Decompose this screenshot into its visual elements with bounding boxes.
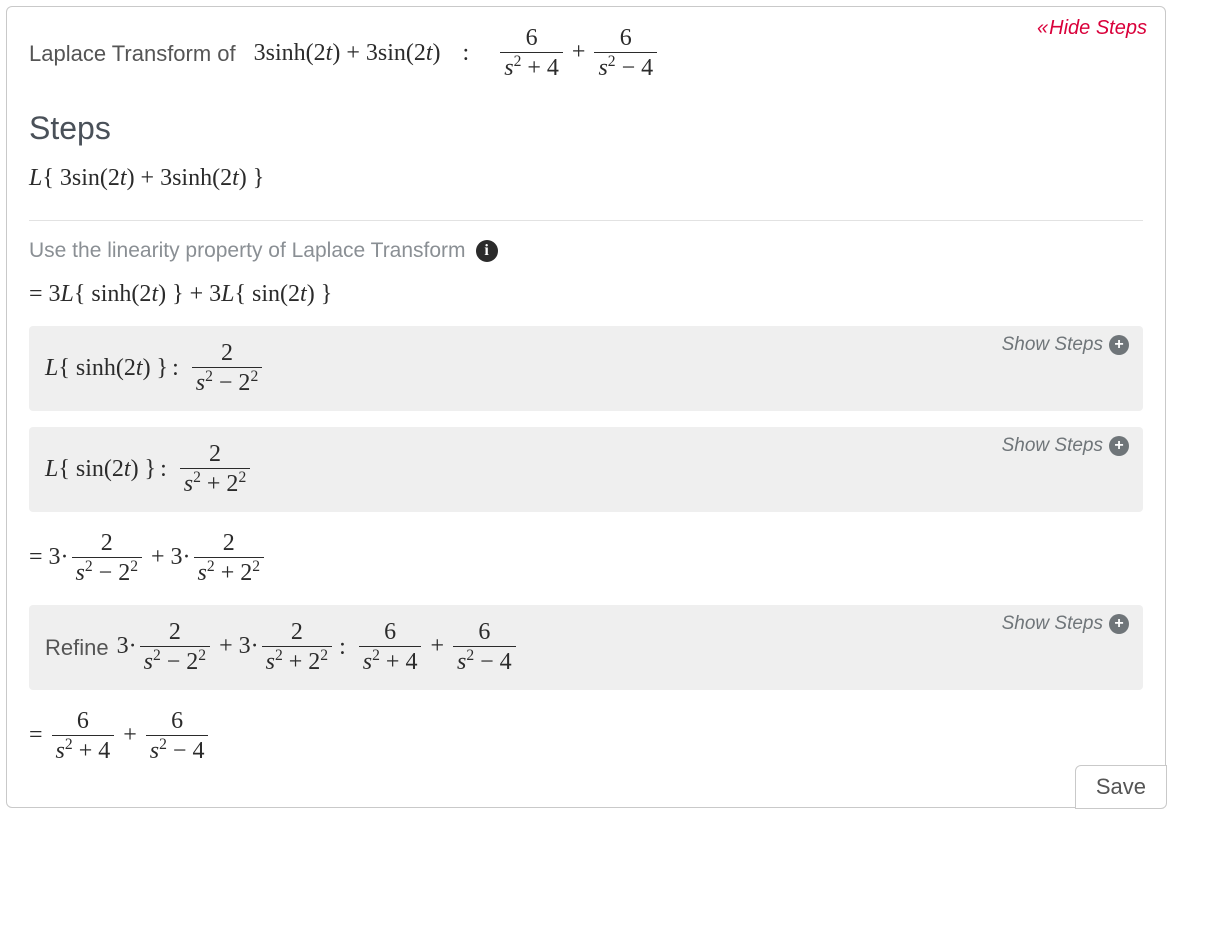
problem-statement: Laplace Transform of 3sinh(2t) + 3sin(2t…: [29, 25, 1143, 82]
substep-sin-lhs: L{ sin(2t) }: [45, 456, 156, 483]
show-steps-label: Show Steps: [1002, 334, 1103, 356]
plus-icon: +: [1109, 335, 1129, 355]
problem-result: 6s2 + 4 + 6s2 − 4: [497, 25, 660, 82]
show-steps-label: Show Steps: [1002, 613, 1103, 635]
substep-sin: L{ sin(2t) } : 2s2 + 22 Show Steps +: [29, 427, 1143, 512]
save-button[interactable]: Save: [1075, 765, 1167, 809]
refine-lhs: 3·2s2 − 22 + 3·2s2 + 22: [117, 619, 336, 676]
plus-icon: +: [1109, 436, 1129, 456]
linearity-result: = 3L{ sinh(2t) } + 3L{ sin(2t) }: [29, 281, 1143, 308]
refine-rhs: 6s2 + 4 + 6s2 − 4: [356, 619, 519, 676]
show-steps-button[interactable]: Show Steps +: [1002, 435, 1129, 457]
chevron-left-icon: «: [1037, 17, 1045, 39]
show-steps-label: Show Steps: [1002, 435, 1103, 457]
colon: :: [463, 40, 470, 67]
problem-expression: 3sinh(2t) + 3sin(2t): [254, 40, 441, 67]
info-icon[interactable]: i: [476, 240, 498, 262]
show-steps-button[interactable]: Show Steps +: [1002, 613, 1129, 635]
substep-sinh: L{ sinh(2t) } : 2s2 − 22 Show Steps +: [29, 326, 1143, 411]
substep-sin-rhs: 2s2 + 22: [177, 441, 253, 498]
hide-steps-link[interactable]: «Hide Steps: [1037, 17, 1147, 40]
solution-panel: «Hide Steps Laplace Transform of 3sinh(2…: [6, 6, 1166, 808]
show-steps-button[interactable]: Show Steps +: [1002, 334, 1129, 356]
initial-expression: L{ 3sin(2t) + 3sinh(2t) }: [29, 165, 1143, 192]
refine-block: Refine 3·2s2 − 22 + 3·2s2 + 22 : 6s2 + 4…: [29, 605, 1143, 690]
linearity-note-text: Use the linearity property of Laplace Tr…: [29, 239, 466, 263]
final-result: = 6s2 + 4 + 6s2 − 4: [29, 708, 1143, 765]
substep-sinh-lhs: L{ sinh(2t) }: [45, 355, 168, 382]
divider: [29, 220, 1143, 221]
plus-icon: +: [1109, 614, 1129, 634]
substep-sinh-rhs: 2s2 − 22: [189, 340, 265, 397]
linearity-note: Use the linearity property of Laplace Tr…: [29, 239, 1143, 263]
hide-steps-label: Hide Steps: [1049, 17, 1147, 39]
combined-expression: = 3·2s2 − 22 + 3·2s2 + 22: [29, 530, 1143, 587]
steps-heading: Steps: [29, 110, 1143, 147]
problem-prefix: Laplace Transform of: [29, 41, 236, 67]
refine-prefix: Refine: [45, 635, 109, 661]
